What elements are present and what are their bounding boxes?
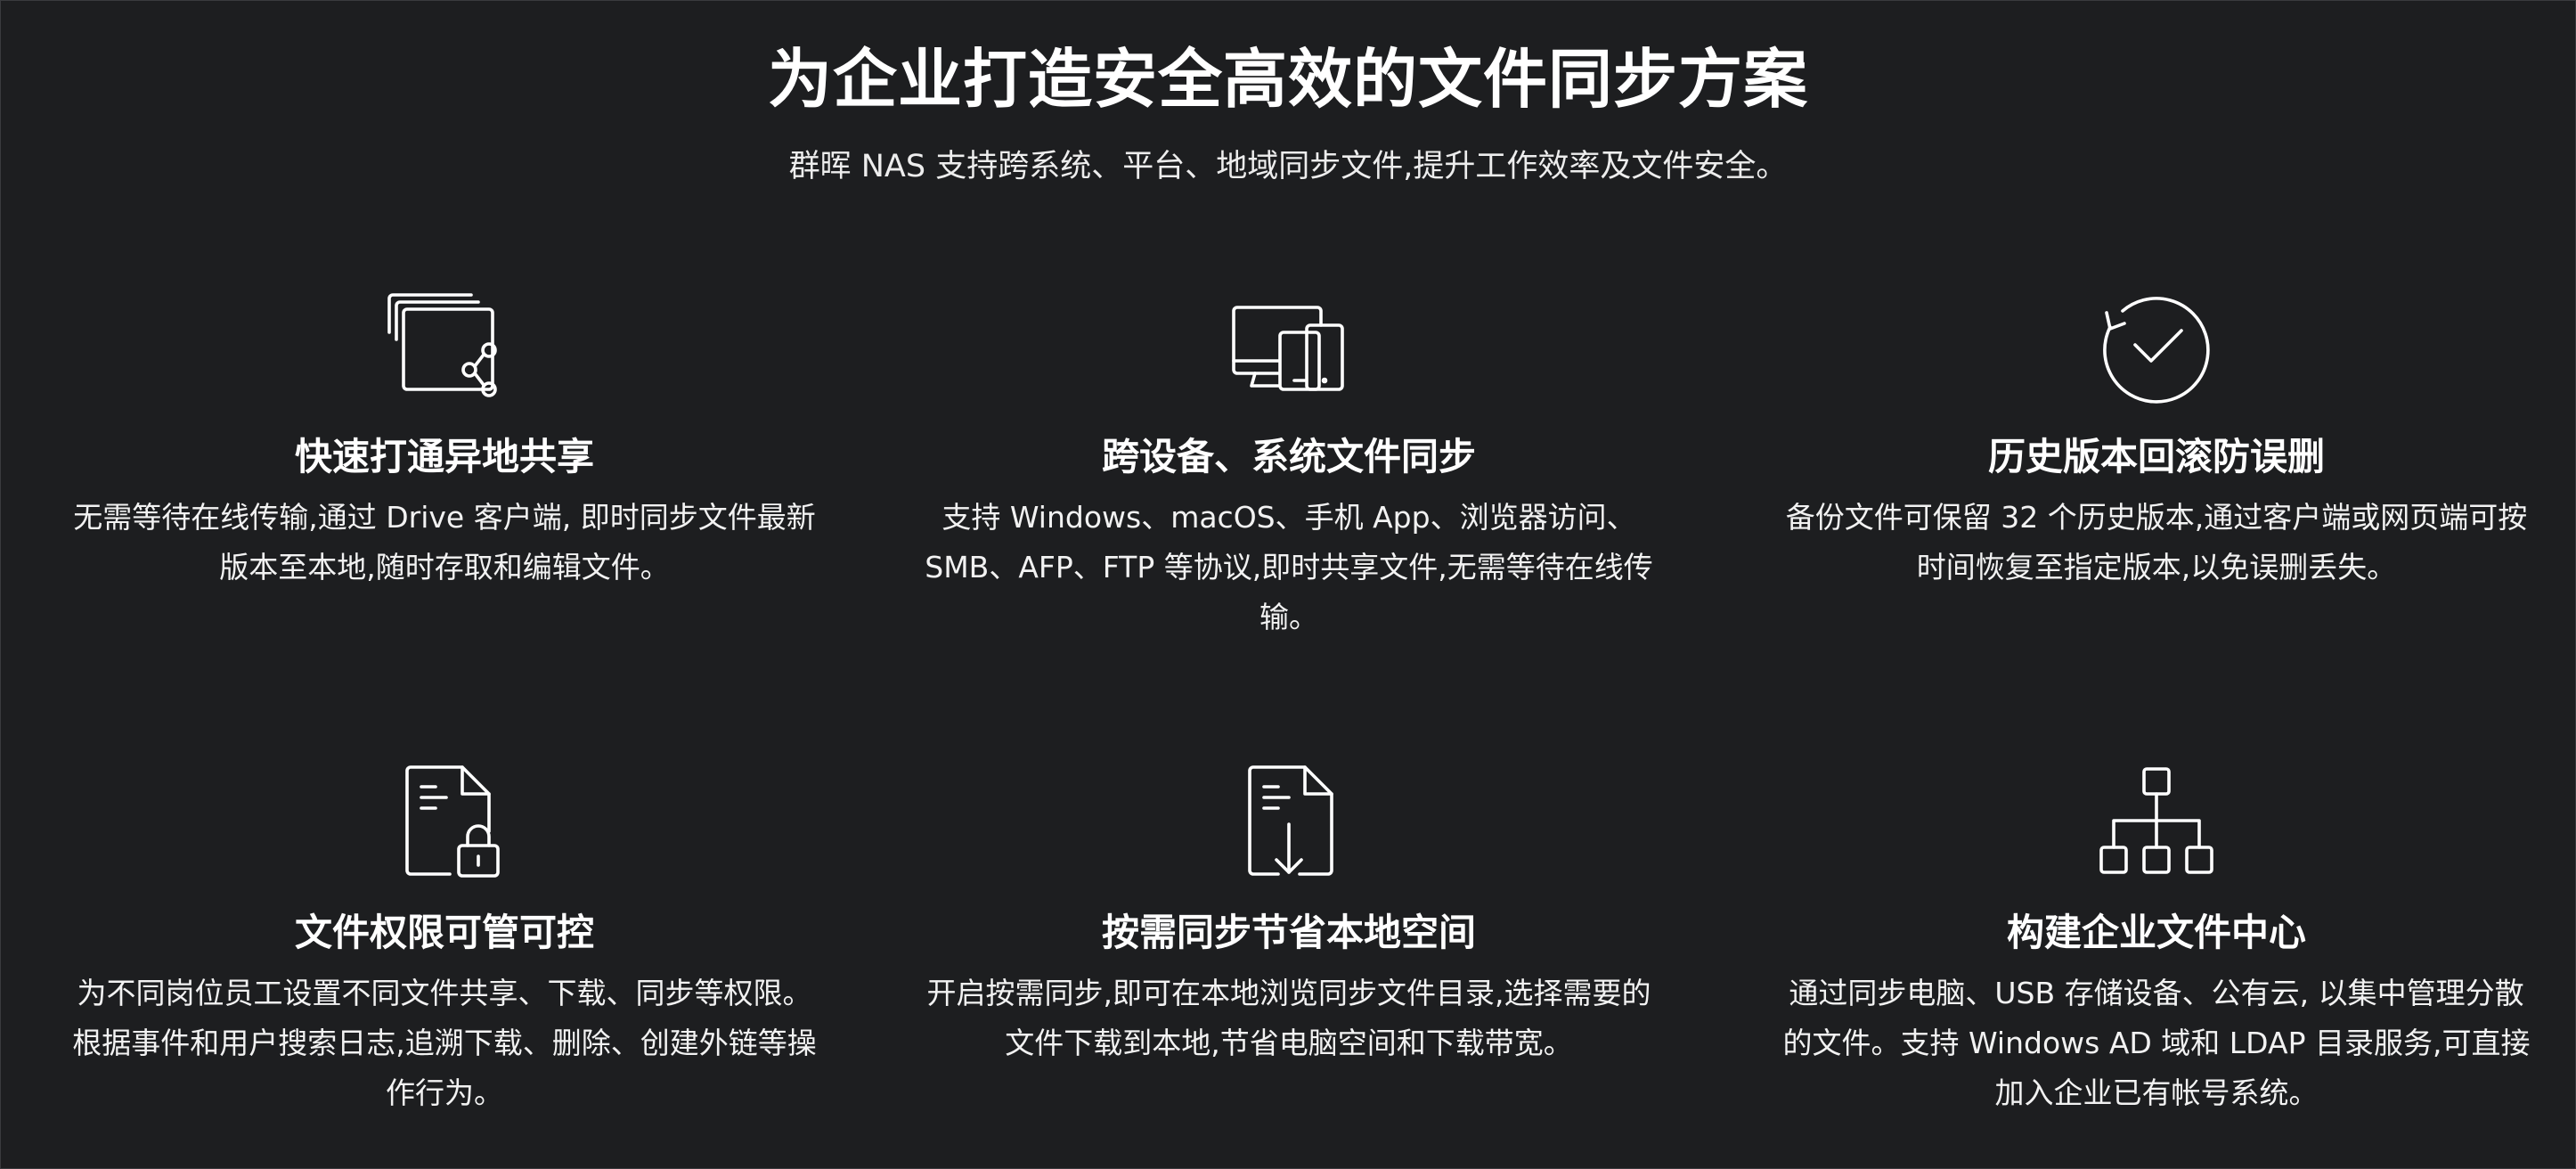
feature-title: 构建企业文件中心 <box>2006 911 2306 954</box>
feature-description: 无需等待在线传输,通过 Drive 客户端, 即时同步文件最新版本至本地,随时存… <box>73 500 816 584</box>
page-subtitle: 群晖 NAS 支持跨系统、平台、地域同步文件,提升工作效率及文件安全。 <box>788 149 1788 184</box>
feature-title: 历史版本回滚防误删 <box>1987 435 2325 478</box>
devices-icon <box>897 282 1681 407</box>
feature-title: 快速打通异地共享 <box>294 435 594 478</box>
feature-title: 按需同步节省本地空间 <box>1101 911 1476 954</box>
feature-description: 通过同步电脑、USB 存储设备、公有云, 以集中管理分散的文件。支持 Windo… <box>1782 976 2531 1110</box>
page-title: 为企业打造安全高效的文件同步方案 <box>767 42 1808 117</box>
feature-title: 文件权限可管可控 <box>294 911 594 954</box>
history-check-icon <box>1765 282 2548 407</box>
file-lock-icon <box>53 758 836 883</box>
page-container: 为企业打造安全高效的文件同步方案 群晖 NAS 支持跨系统、平台、地域同步文件,… <box>0 0 2576 1169</box>
feature-title: 跨设备、系统文件同步 <box>1101 435 1476 478</box>
feature-description: 为不同岗位员工设置不同文件共享、下载、同步等权限。根据事件和用户搜索日志,追溯下… <box>72 976 817 1110</box>
feature-description: 开启按需同步,即可在本地浏览同步文件目录,选择需要的文件下载到本地,节省电脑空间… <box>926 976 1651 1060</box>
feature-description: 备份文件可保留 32 个历史版本,通过客户端或网页端可按时间恢复至指定版本,以免… <box>1785 500 2528 584</box>
file-download-icon <box>897 758 1681 883</box>
feature-description: 支持 Windows、macOS、手机 App、浏览器访问、SMB、AFP、FT… <box>925 500 1653 634</box>
org-chart-icon <box>1765 758 2548 883</box>
share-files-icon <box>53 282 836 407</box>
